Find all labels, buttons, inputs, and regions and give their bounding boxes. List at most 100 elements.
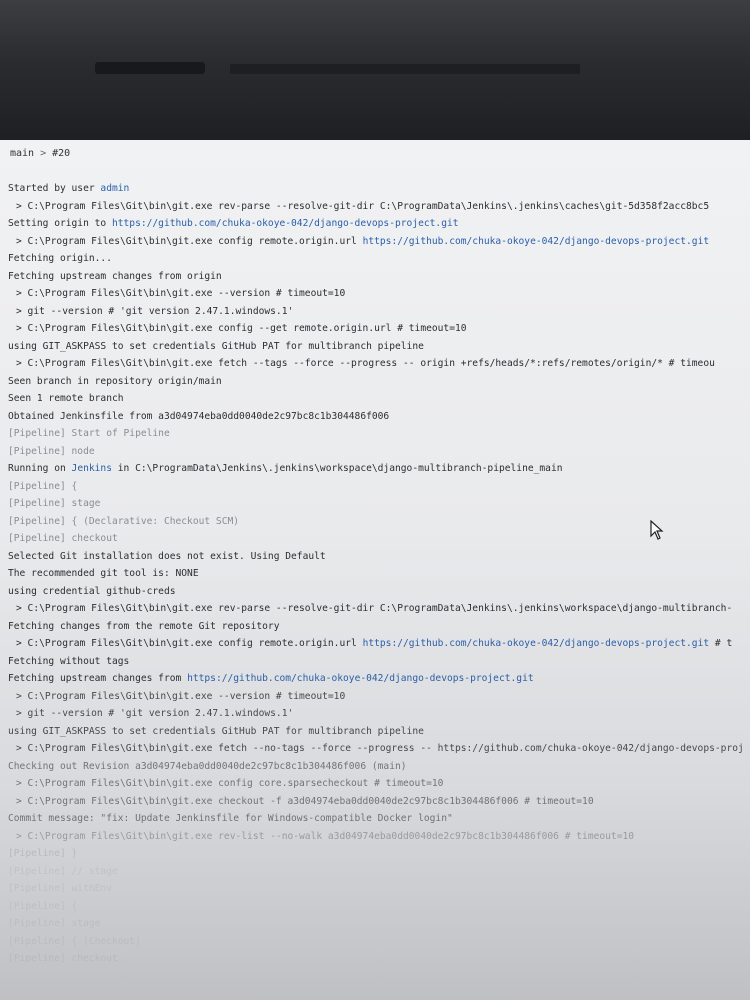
console-line: > C:\Program Files\Git\bin\git.exe --ver… xyxy=(8,285,750,303)
console-line: [Pipeline] } xyxy=(8,845,750,863)
console-line-text: Checking out Revision a3d04974eba0dd0040… xyxy=(8,760,407,772)
console-line: [Pipeline] { (Checkout) xyxy=(8,933,750,951)
console-link[interactable]: https://github.com/chuka-okoye-042/djang… xyxy=(112,218,459,229)
console-line: [Pipeline] Start of Pipeline xyxy=(8,425,750,443)
console-line-text: > C:\Program Files\Git\bin\git.exe fetch… xyxy=(16,358,715,369)
console-line-text: > C:\Program Files\Git\bin\git.exe check… xyxy=(16,795,594,807)
console-line-text: Fetching without tags xyxy=(8,655,130,667)
console-line: [Pipeline] { (Declarative: Checkout SCM) xyxy=(8,513,750,531)
console-line-text: The recommended git tool is: NONE xyxy=(8,568,199,579)
console-line: Setting origin to https://github.com/chu… xyxy=(8,215,750,233)
console-line-text: using GIT_ASKPASS to set credentials Git… xyxy=(8,725,424,737)
console-line: > C:\Program Files\Git\bin\git.exe rev-p… xyxy=(8,198,750,216)
console-line-text: Seen 1 remote branch xyxy=(8,393,124,404)
console-link[interactable]: https://github.com/chuka-okoye-042/djang… xyxy=(363,236,710,247)
console-line: [Pipeline] withEnv xyxy=(8,880,750,898)
console-output: Started by user admin > C:\Program Files\… xyxy=(8,180,750,968)
console-line-text: [Pipeline] } xyxy=(8,848,78,859)
console-line: [Pipeline] stage xyxy=(8,495,750,513)
console-line-text: using credential github-creds xyxy=(8,585,176,597)
console-line-text: Seen branch in repository origin/main xyxy=(8,375,222,387)
console-line: Fetching changes from the remote Git rep… xyxy=(8,618,750,636)
console-line: Fetching upstream changes from origin xyxy=(8,268,750,286)
console-line-text: > C:\Program Files\Git\bin\git.exe --ver… xyxy=(16,690,346,702)
console-line: Seen branch in repository origin/main xyxy=(8,373,750,391)
console-line: > git --version # 'git version 2.47.1.wi… xyxy=(8,705,750,723)
console-line-text: [Pipeline] { xyxy=(8,480,78,492)
console-line-text: Started by user xyxy=(8,183,101,194)
breadcrumb: main > #20 xyxy=(10,148,70,159)
mouse-cursor-icon xyxy=(650,520,664,540)
console-line: > git --version # 'git version 2.47.1.wi… xyxy=(8,303,750,321)
console-line-text: > C:\Program Files\Git\bin\git.exe rev-l… xyxy=(16,830,635,842)
console-line: > C:\Program Files\Git\bin\git.exe confi… xyxy=(8,233,750,251)
console-line-tail: in C:\ProgramData\Jenkins\.jenkins\works… xyxy=(111,463,563,474)
console-line-text: [Pipeline] stage xyxy=(8,918,101,929)
console-line: Fetching upstream changes from https://g… xyxy=(8,670,750,688)
console-line-text: [Pipeline] checkout xyxy=(8,533,118,544)
console-line: Running on Jenkins in C:\ProgramData\Jen… xyxy=(8,460,750,478)
console-line-text: Fetching origin... xyxy=(8,253,112,264)
console-line-text: > git --version # 'git version 2.47.1.wi… xyxy=(16,708,294,719)
breadcrumb-separator: > xyxy=(40,148,47,159)
console-line-text: Setting origin to xyxy=(8,218,112,229)
console-line: [Pipeline] node xyxy=(8,443,750,461)
console-line: [Pipeline] { xyxy=(8,478,750,496)
console-link[interactable]: admin xyxy=(100,183,129,194)
console-line-text: [Pipeline] stage xyxy=(8,498,101,509)
console-line: > C:\Program Files\Git\bin\git.exe confi… xyxy=(8,320,750,338)
console-line: > C:\Program Files\Git\bin\git.exe rev-p… xyxy=(8,600,750,618)
console-line: > C:\Program Files\Git\bin\git.exe check… xyxy=(8,793,750,811)
console-line-text: > C:\Program Files\Git\bin\git.exe confi… xyxy=(16,323,467,334)
console-line-text: [Pipeline] { (Checkout) xyxy=(8,935,141,947)
console-line: [Pipeline] { xyxy=(8,898,750,916)
console-line: > C:\Program Files\Git\bin\git.exe fetch… xyxy=(8,355,750,373)
console-line: Commit message: "fix: Update Jenkinsfile… xyxy=(8,810,750,828)
console-line-text: [Pipeline] Start of Pipeline xyxy=(8,428,170,439)
console-line: using GIT_ASKPASS to set credentials Git… xyxy=(8,723,750,741)
breadcrumb-build-link[interactable]: #20 xyxy=(52,148,70,159)
console-line: [Pipeline] checkout xyxy=(8,950,750,968)
console-line: > C:\Program Files\Git\bin\git.exe confi… xyxy=(8,775,750,793)
console-line-text: Fetching changes from the remote Git rep… xyxy=(8,620,280,632)
console-line: Fetching without tags xyxy=(8,653,750,671)
console-line: [Pipeline] // stage xyxy=(8,863,750,881)
console-line: Checking out Revision a3d04974eba0dd0040… xyxy=(8,758,750,776)
console-line-text: using GIT_ASKPASS to set credentials Git… xyxy=(8,340,424,352)
laptop-bezel xyxy=(0,0,750,150)
console-line-text: [Pipeline] { xyxy=(8,900,78,912)
console-line: [Pipeline] stage xyxy=(8,915,750,933)
console-line-text: > C:\Program Files\Git\bin\git.exe confi… xyxy=(16,638,363,649)
console-line: [Pipeline] checkout xyxy=(8,530,750,548)
console-link[interactable]: https://github.com/chuka-okoye-042/djang… xyxy=(363,638,710,649)
console-line-text: Fetching upstream changes from xyxy=(8,673,188,684)
console-line: > C:\Program Files\Git\bin\git.exe fetch… xyxy=(8,740,750,758)
console-line-text: Fetching upstream changes from origin xyxy=(8,270,222,282)
console-line-text: [Pipeline] withEnv xyxy=(8,883,112,894)
console-line-text: [Pipeline] // stage xyxy=(8,865,118,877)
console-line: using credential github-creds xyxy=(8,583,750,601)
console-line: Fetching origin... xyxy=(8,250,750,268)
console-line-text: [Pipeline] { (Declarative: Checkout SCM) xyxy=(8,515,240,527)
console-line-text: Obtained Jenkinsfile from a3d04974eba0dd… xyxy=(8,410,390,422)
console-line-tail: # t xyxy=(709,638,733,649)
console-line-text: > C:\Program Files\Git\bin\git.exe --ver… xyxy=(16,288,346,299)
console-link[interactable]: https://github.com/chuka-okoye-042/djang… xyxy=(187,673,534,684)
console-link[interactable]: Jenkins xyxy=(72,463,112,474)
console-line-text: Commit message: "fix: Update Jenkinsfile… xyxy=(8,813,453,824)
console-line: using GIT_ASKPASS to set credentials Git… xyxy=(8,338,750,356)
console-line: Seen 1 remote branch xyxy=(8,390,750,408)
console-line-text: [Pipeline] node xyxy=(8,445,95,457)
console-line-text: > C:\Program Files\Git\bin\git.exe fetch… xyxy=(16,743,744,754)
breadcrumb-branch-link[interactable]: main xyxy=(10,148,34,159)
console-line-text: [Pipeline] checkout xyxy=(8,953,118,964)
console-line-text: > git --version # 'git version 2.47.1.wi… xyxy=(16,305,294,317)
console-line: > C:\Program Files\Git\bin\git.exe confi… xyxy=(8,635,750,653)
console-line: > C:\Program Files\Git\bin\git.exe rev-l… xyxy=(8,828,750,846)
console-line-text: > C:\Program Files\Git\bin\git.exe confi… xyxy=(16,778,444,789)
bezel-shadow-2 xyxy=(230,64,580,74)
console-line: Selected Git installation does not exist… xyxy=(8,548,750,566)
console-line: Obtained Jenkinsfile from a3d04974eba0dd… xyxy=(8,408,750,426)
console-line: Started by user admin xyxy=(8,180,750,198)
console-line: > C:\Program Files\Git\bin\git.exe --ver… xyxy=(8,688,750,706)
